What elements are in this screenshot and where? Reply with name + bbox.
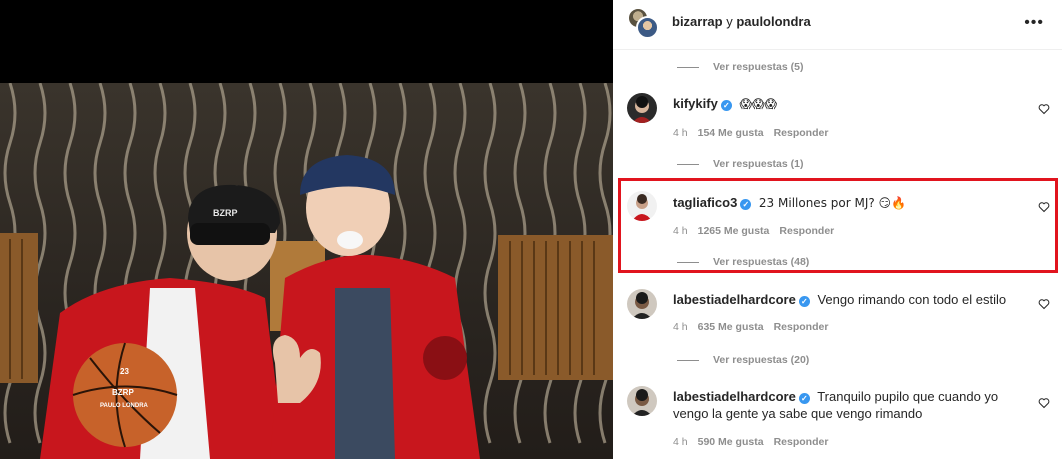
reply-button[interactable]: Responder <box>774 321 829 333</box>
replies-divider <box>677 359 699 361</box>
comment-time[interactable]: 4 h <box>673 127 688 139</box>
verified-badge-icon: ✓ <box>798 393 810 404</box>
comment-time[interactable]: 4 h <box>673 436 688 448</box>
avatar[interactable] <box>627 289 657 319</box>
avatar[interactable] <box>627 191 657 221</box>
reply-button[interactable]: Responder <box>774 127 829 139</box>
more-options-icon[interactable]: ••• <box>1024 14 1044 32</box>
replies-divider <box>677 163 699 165</box>
comment-likes[interactable]: 590 Me gusta <box>698 436 764 448</box>
verified-badge-icon: ✓ <box>740 199 752 210</box>
view-replies-label: Ver respuestas (5) <box>713 61 804 73</box>
comment-time[interactable]: 4 h <box>673 225 688 237</box>
avatar <box>636 16 659 39</box>
comment-likes[interactable]: 635 Me gusta <box>698 321 764 333</box>
heart-icon[interactable] <box>1038 298 1050 310</box>
heart-icon[interactable] <box>1038 103 1050 115</box>
comment-meta: 4 h 635 Me gusta Responder <box>673 321 828 333</box>
avatar[interactable] <box>627 386 657 416</box>
replies-divider <box>677 261 699 263</box>
ball-text-1: BZRP <box>112 388 134 397</box>
view-replies-button[interactable]: Ver respuestas (1) <box>677 157 803 171</box>
ball-number: 23 <box>120 367 129 376</box>
post-photo[interactable]: BZRP BZRP PAULO LONDRA 23 <box>0 83 613 459</box>
comment-time[interactable]: 4 h <box>673 321 688 333</box>
header-avatars[interactable] <box>627 7 659 39</box>
comment-meta: 4 h 154 Me gusta Responder <box>673 127 828 139</box>
header-title: bizarrap y paulolondra <box>672 14 811 29</box>
cap-text: BZRP <box>213 208 238 218</box>
view-replies-button[interactable]: Ver respuestas (20) <box>677 353 809 367</box>
header-user-1[interactable]: bizarrap <box>672 14 723 29</box>
ball-text-2: PAULO LONDRA <box>100 403 149 409</box>
view-replies-button[interactable]: Ver respuestas (5) <box>677 60 803 74</box>
verified-badge-icon: ✓ <box>798 296 810 307</box>
comment-body: labestiadelhardcore ✓ Vengo rimando con t… <box>673 291 1023 308</box>
comment-text: 😱😱😱 <box>739 97 777 111</box>
comment-username[interactable]: kifykify <box>673 96 718 111</box>
view-replies-label: Ver respuestas (1) <box>713 158 804 170</box>
verified-badge-icon: ✓ <box>720 100 732 111</box>
header-user-2[interactable]: paulolondra <box>736 14 810 29</box>
comment-meta: 4 h 1265 Me gusta Responder <box>673 225 834 237</box>
comment-text: 23 Millones por MJ? 😏🔥 <box>758 196 906 210</box>
comment-body: labestiadelhardcore ✓ Tranquilo pupilo qu… <box>673 388 1023 422</box>
heart-icon[interactable] <box>1038 201 1050 213</box>
view-replies-label: Ver respuestas (48) <box>713 256 810 268</box>
comment-username[interactable]: labestiadelhardcore <box>673 389 796 404</box>
view-replies-button[interactable]: Ver respuestas (48) <box>677 255 809 269</box>
post-media-panel: BZRP BZRP PAULO LONDRA 23 <box>0 0 613 459</box>
post-header: bizarrap y paulolondra ••• <box>613 0 1062 50</box>
heart-icon[interactable] <box>1038 397 1050 409</box>
header-conjunction: y <box>726 14 733 29</box>
replies-divider <box>677 66 699 68</box>
photo-illustration: BZRP BZRP PAULO LONDRA 23 <box>0 83 613 459</box>
comments-panel: bizarrap y paulolondra ••• Ver respuesta… <box>613 0 1062 459</box>
reply-button[interactable]: Responder <box>779 225 834 237</box>
comment-body: kifykify ✓ 😱😱😱 <box>673 95 1023 113</box>
comment-meta: 4 h 590 Me gusta Responder <box>673 436 828 448</box>
comment-username[interactable]: labestiadelhardcore <box>673 292 796 307</box>
comment-likes[interactable]: 1265 Me gusta <box>698 225 770 237</box>
avatar[interactable] <box>627 93 657 123</box>
view-replies-label: Ver respuestas (20) <box>713 354 810 366</box>
comment-likes[interactable]: 154 Me gusta <box>698 127 764 139</box>
comment-username[interactable]: tagliafico3 <box>673 195 737 210</box>
comment-text: Vengo rimando con todo el estilo <box>817 292 1007 307</box>
comment-body: tagliafico3 ✓ 23 Millones por MJ? 😏🔥 <box>673 194 1023 212</box>
reply-button[interactable]: Responder <box>774 436 829 448</box>
